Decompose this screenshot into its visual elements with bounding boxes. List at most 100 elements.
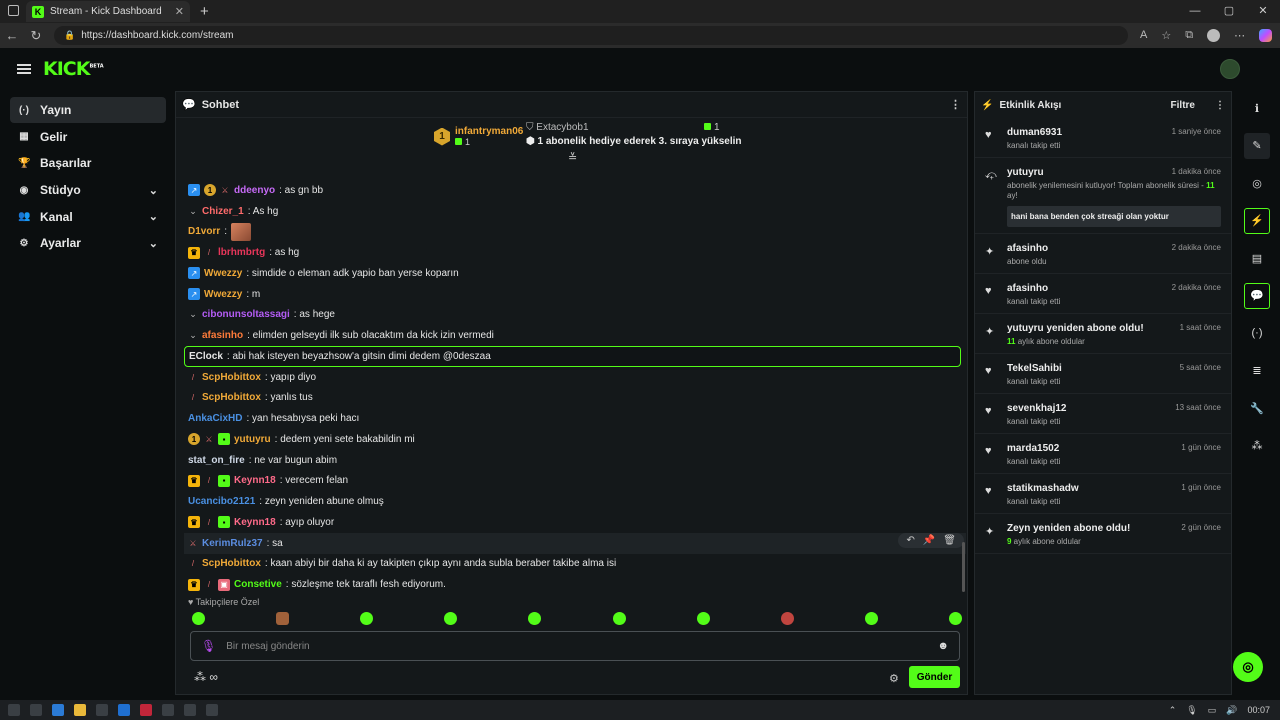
address-bar[interactable]: 🔒 https://dashboard.kick.com/stream bbox=[54, 26, 1128, 45]
pin-icon[interactable]: 📌 bbox=[923, 535, 935, 546]
broadcast-icon[interactable]: (·) bbox=[1244, 320, 1270, 346]
chat-message[interactable]: ♛ / ▣ Consetive: sözleşme tek taraflı fesh … bbox=[188, 574, 963, 595]
chat-message[interactable]: 1 ⚔ ▪ yutuyru: dedem yeni sete bakabildin m… bbox=[188, 429, 963, 450]
chat-username[interactable]: stat_on_fire bbox=[188, 455, 245, 466]
tab-close-icon[interactable]: ✕ bbox=[175, 5, 184, 18]
chat-menu-icon[interactable]: ⋮ bbox=[950, 98, 961, 111]
emote-6[interactable] bbox=[612, 612, 626, 625]
chat-username[interactable]: D1vorr bbox=[188, 226, 220, 237]
tray-chevron-icon[interactable]: ⌃ bbox=[1169, 700, 1177, 720]
activity-event[interactable]: ✦ Zeyn yeniden abone oldu! 2 gün önce 9 ayl… bbox=[975, 514, 1231, 554]
chevron-down-icon[interactable]: ⌄ bbox=[149, 184, 158, 197]
chat-message[interactable]: ♛ / lbrhmbrtg: as hg bbox=[188, 242, 963, 263]
top-gifter[interactable]: 1 infantryman06 1 bbox=[434, 126, 523, 147]
chat-username[interactable]: Wwezzy bbox=[204, 289, 242, 300]
chat-username[interactable]: EClock bbox=[189, 351, 223, 362]
sidebar-item-4[interactable]: 👥 Kanal ⌄ bbox=[10, 204, 166, 230]
chat-message[interactable]: ⚔ KerimRulz37: sa ↶ 📌 🗑 bbox=[184, 532, 966, 554]
chat-username[interactable]: afasinho bbox=[202, 330, 243, 341]
activity-event[interactable]: ♥ statikmashadw 1 gün önce kanalı takip ett… bbox=[975, 474, 1231, 514]
chat-username[interactable]: ScpHobittox bbox=[202, 392, 261, 403]
emote-2[interactable] bbox=[276, 612, 290, 625]
sidebar-item-2[interactable]: 🏆 Başarılar bbox=[10, 150, 166, 176]
chat-username[interactable]: Consetive bbox=[234, 579, 282, 590]
clock[interactable]: 00:07 bbox=[1247, 700, 1270, 720]
copilot-icon[interactable] bbox=[1259, 29, 1273, 42]
activity-event[interactable]: ⤽ yutuyru 1 dakika önce abonelik yenilemesi… bbox=[975, 158, 1231, 234]
new-tab-button[interactable]: + bbox=[200, 3, 209, 20]
app-icon-3[interactable] bbox=[162, 704, 174, 716]
favorite-star-icon[interactable]: ☆ bbox=[1161, 29, 1171, 42]
chat-message[interactable]: / ScpHobittox: kaan abiyi bir daha ki ay … bbox=[188, 554, 963, 575]
chat-icon[interactable]: 💬 bbox=[1244, 282, 1270, 309]
activity-menu-icon[interactable]: ⋮ bbox=[1215, 100, 1225, 111]
chat-message[interactable]: / ScpHobittox: yanlıs tus bbox=[188, 388, 963, 409]
chat-message[interactable]: EClock: abi hak isteyen beyazhsow'a gits… bbox=[184, 346, 961, 367]
chat-username[interactable]: KerimRulz37 bbox=[202, 538, 263, 549]
chat-username[interactable]: AnkaCixHD bbox=[188, 413, 242, 424]
chat-username[interactable]: ScpHobittox bbox=[202, 558, 261, 569]
chat-message[interactable]: / ScpHobittox: yapıp diyo bbox=[188, 367, 963, 388]
camera-icon[interactable]: ◎ bbox=[1244, 170, 1270, 196]
profile-icon[interactable] bbox=[1207, 29, 1221, 42]
info-icon[interactable]: ℹ bbox=[1244, 95, 1270, 121]
chevron-down-icon[interactable]: ⌄ bbox=[149, 237, 158, 250]
chat-message[interactable]: ↗ Wwezzy: simdide o eleman adk yapio ban … bbox=[188, 263, 963, 284]
outlook-icon[interactable] bbox=[118, 704, 130, 716]
chat-scrollbar[interactable] bbox=[962, 542, 965, 592]
browser-tab[interactable]: K Stream - Kick Dashboard ✕ bbox=[26, 1, 190, 22]
help-button[interactable]: ◎ bbox=[1233, 652, 1263, 682]
network-icon[interactable]: ▭ bbox=[1208, 700, 1217, 720]
minimize-button[interactable]: — bbox=[1178, 0, 1212, 22]
wrench-icon[interactable]: 🔧 bbox=[1244, 395, 1270, 421]
chat-message[interactable]: ♛ / ▪ Keynn18: ayıp oluyor bbox=[188, 512, 963, 533]
more-icon[interactable]: ⋯ bbox=[1234, 29, 1245, 42]
close-window-button[interactable]: ✕ bbox=[1246, 0, 1280, 22]
emote-10[interactable] bbox=[948, 612, 962, 625]
chevron-down-icon[interactable]: ⌄ bbox=[149, 210, 158, 223]
chat-username[interactable]: cibonunsoltassagi bbox=[202, 309, 290, 320]
reply-icon[interactable]: ↶ bbox=[906, 535, 914, 546]
chat-message[interactable]: stat_on_fire: ne var bugun abim bbox=[188, 450, 963, 471]
chat-footer-icons[interactable]: ⁂ ∞ bbox=[194, 670, 218, 684]
chat-message[interactable]: AnkaCixHD: yan hesabıysa peki hacı bbox=[188, 408, 963, 429]
activity-event[interactable]: ♥ marda1502 1 gün önce kanalı takip etti bbox=[975, 434, 1231, 474]
read-aloud-icon[interactable]: A bbox=[1140, 29, 1147, 42]
emote-1[interactable] bbox=[192, 612, 205, 625]
activity-event[interactable]: ♥ duman6931 1 saniye önce kanalı takip etti bbox=[975, 118, 1231, 158]
sidebar-item-3[interactable]: ◉ Stüdyo ⌄ bbox=[10, 177, 166, 203]
explorer-icon[interactable] bbox=[74, 704, 86, 716]
chat-message[interactable]: D1vorr: bbox=[188, 222, 963, 243]
chat-message[interactable]: ⌄ afasinho: elimden gelseydi ilk sub olac… bbox=[188, 325, 963, 346]
app-icon-1[interactable] bbox=[30, 704, 42, 716]
chat-username[interactable]: lbrhmbrtg bbox=[218, 247, 265, 258]
filter-button[interactable]: Filtre bbox=[1171, 100, 1195, 111]
user-avatar[interactable] bbox=[1220, 59, 1240, 79]
activity-event[interactable]: ♥ TekelSahibi 5 saat önce kanalı takip etti bbox=[975, 354, 1231, 394]
layers-icon[interactable]: ≣ bbox=[1244, 358, 1270, 384]
chat-message[interactable]: Ucancibo2121: zeyn yeniden abune olmuş bbox=[188, 491, 963, 512]
emote-8[interactable] bbox=[780, 612, 794, 625]
emote-3[interactable] bbox=[360, 612, 374, 625]
activity-event[interactable]: ✦ afasinho 2 dakika önce abone oldu bbox=[975, 234, 1231, 274]
expand-icon[interactable]: ≚ bbox=[568, 151, 577, 164]
activity-event[interactable]: ♥ sevenkhaj12 13 saat önce kanalı takip ett… bbox=[975, 394, 1231, 434]
chat-message[interactable]: ♛ / ▪ Keynn18: verecem felan bbox=[188, 471, 963, 492]
maximize-button[interactable]: ▢ bbox=[1212, 0, 1246, 22]
delete-icon[interactable]: 🗑 bbox=[943, 535, 956, 546]
next-gifter[interactable]: ⛉ Extacybob1 ⬢ 1 abonelik hediye ederek … bbox=[526, 122, 742, 147]
kick-logo[interactable]: KICKBETA bbox=[43, 58, 104, 80]
chat-message[interactable]: ↗ Wwezzy: m bbox=[188, 284, 963, 305]
tab-actions-icon[interactable] bbox=[8, 5, 19, 16]
edit-icon[interactable]: ✎ bbox=[1244, 132, 1270, 159]
edge-icon[interactable] bbox=[52, 704, 64, 716]
mic-icon[interactable]: 🎙 bbox=[201, 639, 216, 653]
opera-icon[interactable] bbox=[140, 704, 152, 716]
refresh-icon[interactable]: ↻ bbox=[24, 28, 48, 44]
volume-icon[interactable]: 🔊 bbox=[1226, 700, 1237, 720]
chat-username[interactable]: Ucancibo2121 bbox=[188, 496, 255, 507]
emote-9[interactable] bbox=[864, 612, 878, 625]
sidebar-item-0[interactable]: (·) Yayın bbox=[10, 97, 166, 123]
sidebar-item-5[interactable]: ⚙ Ayarlar ⌄ bbox=[10, 230, 166, 256]
chat-message[interactable]: ↗ 1 ⚔ ddeenyo: as gn bb bbox=[188, 180, 963, 201]
